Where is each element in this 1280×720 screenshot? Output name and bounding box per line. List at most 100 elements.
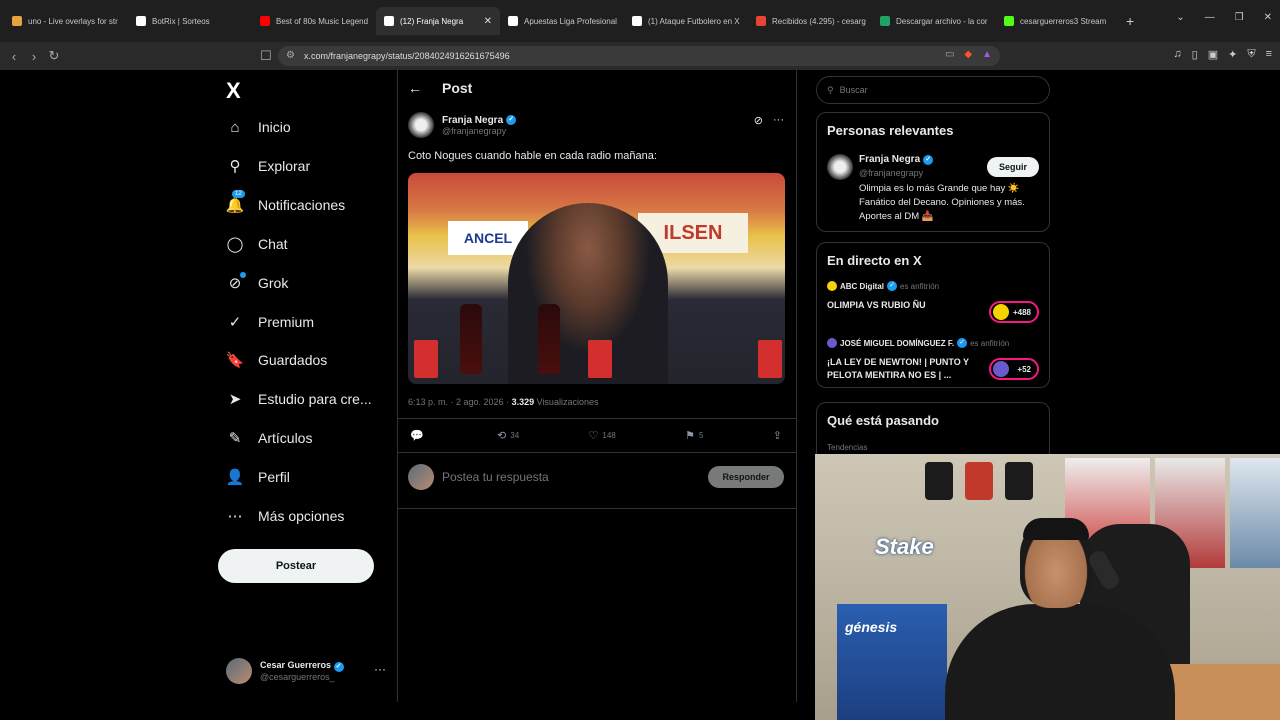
nav-label: Premium [258, 313, 315, 330]
live-title[interactable]: ¡LA LEY DE NEWTON! | PUNTO Y PELOTA MENT… [827, 356, 987, 382]
tab-label: BotRix | Sorteos [152, 16, 210, 26]
post-timestamp[interactable]: 6:13 p. m. · 2 ago. 2026 · [408, 397, 512, 407]
nav-item-premium[interactable]: ✓ Premium [226, 309, 314, 335]
live-listeners-pill[interactable]: +52 [989, 358, 1039, 380]
reload-icon[interactable]: ↻ [44, 48, 64, 64]
more-options-icon: ⋯ [227, 508, 243, 525]
leo-icon[interactable]: ✦ [1228, 48, 1237, 61]
minimize-icon[interactable]: — [1205, 12, 1215, 23]
follow-button[interactable]: Seguir [987, 157, 1039, 177]
brave-shield-icon[interactable]: ◆ [964, 49, 972, 60]
relevant-handle[interactable]: @franjanegrapy [859, 168, 923, 178]
post-video[interactable]: ANCEL ILSEN [408, 173, 785, 384]
back-arrow-icon[interactable]: ← [408, 80, 422, 96]
cast-icon[interactable]: ▭ [945, 49, 954, 60]
account-more-icon[interactable]: ··· [374, 662, 386, 676]
live-card: En directo en X ABC Digital ✓ es anfitrión… [816, 242, 1050, 388]
forward-icon[interactable]: › [24, 49, 44, 64]
left-navigation: X ⌂ Inicio ⚲ Explorar 🔔 12 Notificaciones ◯ Chat… [218, 70, 398, 702]
maximize-icon[interactable]: ❐ [1235, 12, 1244, 23]
post-button[interactable]: Postear [218, 549, 374, 583]
notification-badge: 12 [232, 189, 245, 198]
site-info-icon[interactable]: ⚙ [286, 50, 295, 61]
live-listeners-pill[interactable]: +488 [989, 301, 1039, 323]
verified-icon: ✓ [506, 115, 517, 125]
browser-tab[interactable]: uno - Live overlays for str [4, 7, 128, 35]
reply-button[interactable]: Responder [708, 466, 784, 488]
relevant-name[interactable]: Franja Negra ✓ [859, 154, 934, 165]
jersey [965, 462, 993, 500]
nav-item-notificaciones[interactable]: 🔔 12 Notificaciones [226, 189, 345, 218]
post-author[interactable]: Franja Negra ✓ @franjanegrapy [408, 112, 517, 138]
browser-tab[interactable]: Recibidos (4.295) - cesarg [748, 7, 872, 35]
cup [414, 340, 438, 378]
nav-item-grok[interactable]: ⊘ Grok [226, 270, 288, 296]
tab-favicon-icon [12, 16, 22, 26]
author-avatar[interactable] [408, 112, 434, 138]
browser-tab[interactable]: cesarguerreros3 Stream [996, 7, 1120, 35]
author-handle[interactable]: @franjanegrapy [442, 126, 516, 136]
author-name[interactable]: Franja Negra ✓ [442, 115, 517, 126]
post-tools: ⊘ ··· [754, 114, 784, 127]
articles-icon: ✎ [228, 430, 242, 448]
browser-tab[interactable]: (12) Franja Negra ✕ [376, 7, 500, 35]
grok-explain-icon[interactable]: ⊘ [754, 114, 763, 127]
close-window-icon[interactable]: ✕ [1264, 12, 1272, 23]
bookmark-page-icon[interactable]: ☐ [256, 48, 276, 64]
new-tab-icon[interactable]: + [1126, 13, 1134, 29]
nav-label: Perfil [258, 469, 290, 486]
wallet-icon[interactable]: ▣ [1208, 48, 1218, 61]
nav-item-chat[interactable]: ◯ Chat [226, 231, 288, 257]
nav-item-más-opciones[interactable]: ⋯ Más opciones [226, 503, 345, 529]
share-action[interactable]: ⇪ [773, 429, 782, 442]
browser-tab[interactable]: Descargar archivo - la cor [872, 7, 996, 35]
nav-item-artículos[interactable]: ✎ Artículos [226, 425, 313, 451]
divider [398, 418, 796, 419]
bookmark-action[interactable]: ⚑ 5 [685, 429, 703, 442]
search-box[interactable]: ⚲ Buscar [816, 76, 1050, 104]
reply-action[interactable]: 💬 [410, 429, 428, 442]
vpn-icon[interactable]: ⛨ [1247, 48, 1255, 61]
verified-icon: ✓ [923, 154, 934, 165]
live-title: En directo en X [827, 253, 922, 268]
nav-item-perfil[interactable]: 👤 Perfil [226, 464, 290, 490]
account-name: Cesar Guerreros ✓ [260, 660, 344, 672]
nav-label: Grok [258, 274, 289, 291]
reply-input[interactable] [442, 470, 692, 484]
live-host[interactable]: ABC Digital ✓ es anfitrión [827, 281, 939, 291]
post-more-icon[interactable]: ··· [773, 114, 784, 127]
like-action[interactable]: ♡ 148 [589, 429, 616, 442]
nav-item-estudio-para-cre-[interactable]: ➤ Estudio para cre... [226, 386, 372, 412]
rewards-icon[interactable]: ▲ [982, 49, 992, 60]
relevant-avatar[interactable] [827, 154, 853, 180]
browser-tab[interactable]: Best of 80s Music Legend [252, 7, 376, 35]
live-title[interactable]: OLIMPIA VS RUBIO ÑU [827, 299, 987, 312]
tab-label: Descargar archivo - la cor [896, 16, 988, 26]
reply-icon: 💬 [410, 430, 424, 442]
back-icon[interactable]: ‹ [4, 49, 24, 64]
nav-item-explorar[interactable]: ⚲ Explorar [226, 153, 311, 179]
bookmark-icon: ⚑ [685, 430, 695, 442]
share-icon: ⇪ [772, 430, 782, 442]
account-switcher[interactable]: Cesar Guerreros ✓ @cesarguerreros_ ··· [226, 656, 386, 686]
media-icon[interactable]: ♫ [1173, 48, 1181, 61]
close-tab-icon[interactable]: ✕ [484, 16, 492, 27]
sidebar-icon[interactable]: ▯ [1192, 48, 1198, 61]
nav-item-inicio[interactable]: ⌂ Inicio [226, 114, 291, 140]
browser-tab[interactable]: Apuestas Liga Profesional [500, 7, 624, 35]
account-handle: @cesarguerreros_ [260, 672, 335, 682]
nav-item-guardados[interactable]: 🔖 Guardados [226, 347, 328, 373]
repost-action[interactable]: ⟲ 34 [497, 429, 519, 442]
home-icon: ⌂ [230, 118, 240, 136]
tab-label: cesarguerreros3 Stream [1020, 16, 1107, 26]
bottle [460, 304, 482, 374]
menu-icon[interactable]: ≡ [1266, 48, 1272, 61]
browser-tab[interactable]: BotRix | Sorteos [128, 7, 252, 35]
live-host[interactable]: JOSÉ MIGUEL DOMÍNGUEZ F. ✓ es anfitrión [827, 338, 1009, 348]
url-field[interactable]: ⚙ x.com/franjanegrapy/status/20840249162… [278, 46, 1000, 66]
tab-search-icon[interactable]: ⌄ [1176, 12, 1184, 23]
browser-tab[interactable]: (1) Ataque Futbolero en X [624, 7, 748, 35]
nav-label: Inicio [258, 119, 291, 135]
x-logo[interactable]: X [226, 78, 241, 104]
tab-favicon-icon [508, 16, 518, 26]
